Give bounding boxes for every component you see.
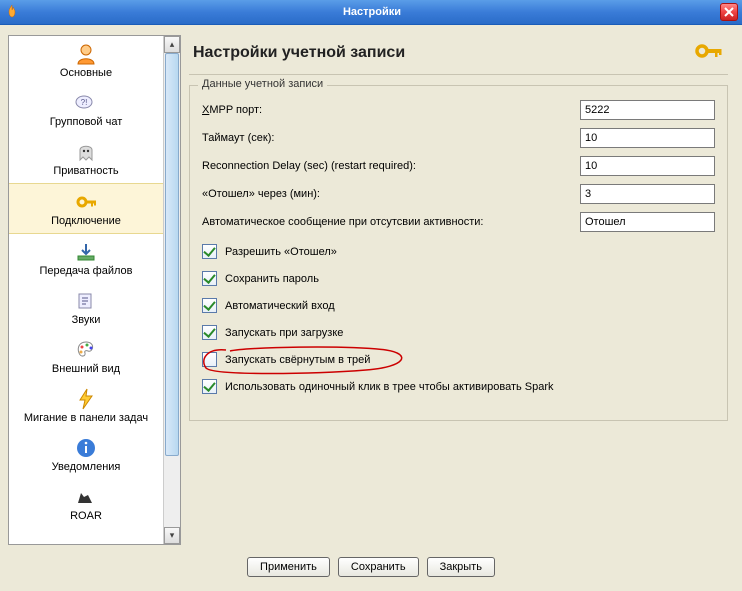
lightning-icon [74,387,98,411]
titlebar: Настройки [0,0,742,25]
svg-text:?!: ?! [81,98,88,107]
sidebar-item-groupchat[interactable]: ?! Групповой чат [9,85,163,134]
sidebar-item-connection[interactable]: Подключение [9,183,163,234]
sidebar-item-label: Звуки [11,314,161,326]
check-label: Разрешить «Отошел» [225,246,337,258]
checkbox[interactable] [202,352,217,367]
scroll-up-icon[interactable]: ▴ [164,36,180,53]
wolf-icon [74,485,98,509]
sound-icon [74,289,98,313]
fieldset-legend: Данные учетной записи [198,78,327,90]
sidebar-list: Основные ?! Групповой чат Приватность [9,36,163,544]
palette-icon [74,338,98,362]
sidebar-item-taskbar-flash[interactable]: Мигание в панели задач [9,381,163,430]
checkbox-group: Разрешить «Отошел» Сохранить пароль Авто… [202,244,715,394]
content-row: Основные ?! Групповой чат Приватность [0,25,742,545]
key-icon [694,39,724,66]
download-icon [74,240,98,264]
sidebar-item-label: Внешний вид [11,363,161,375]
window-body: Основные ?! Групповой чат Приватность [0,25,742,591]
input-xmpp-port[interactable] [580,100,715,120]
save-button[interactable]: Сохранить [338,557,419,577]
check-save-password[interactable]: Сохранить пароль [202,271,715,286]
check-allow-away[interactable]: Разрешить «Отошел» [202,244,715,259]
check-label: Запускать свёрнутым в трей [225,354,370,366]
sidebar-item-roar[interactable]: ROAR [9,479,163,528]
close-dialog-button[interactable]: Закрыть [427,557,495,577]
checkbox[interactable] [202,271,217,286]
sidebar-item-label: Мигание в панели задач [11,412,161,424]
ghost-icon [74,140,98,164]
label-away: «Отошел» через (мин): [202,188,580,200]
check-label: Сохранить пароль [225,273,319,285]
scroll-down-icon[interactable]: ▾ [164,527,180,544]
close-button[interactable] [720,3,738,21]
row-timeout: Таймаут (сек): [202,128,715,148]
window-title: Настройки [24,6,720,18]
sidebar-item-notifications[interactable]: Уведомления [9,430,163,479]
sidebar-item-label: Передача файлов [11,265,161,277]
check-label: Запускать при загрузке [225,327,343,339]
row-automsg: Автоматическое сообщение при отсутсвии а… [202,212,715,232]
sidebar-item-label: Приватность [11,165,161,177]
sidebar: Основные ?! Групповой чат Приватность [8,35,181,545]
sidebar-item-filetransfer[interactable]: Передача файлов [9,234,163,283]
checkbox[interactable] [202,244,217,259]
input-timeout[interactable] [580,128,715,148]
person-icon [74,42,98,66]
check-auto-login[interactable]: Автоматический вход [202,298,715,313]
sidebar-item-privacy[interactable]: Приватность [9,134,163,183]
info-icon [74,436,98,460]
panel-header: Настройки учетной записи [189,35,728,75]
checkbox[interactable] [202,379,217,394]
sidebar-scrollbar[interactable]: ▴ ▾ [163,36,180,544]
sidebar-item-label: Групповой чат [11,116,161,128]
sidebar-item-appearance[interactable]: Внешний вид [9,332,163,381]
sidebar-item-label: Уведомления [11,461,161,473]
flame-icon [4,4,20,20]
sidebar-item-label: ROAR [11,510,161,522]
input-reconnect[interactable] [580,156,715,176]
row-xmpp-port: XMPP порт: [202,100,715,120]
account-fieldset: Данные учетной записи XMPP порт: Таймаут… [189,85,728,421]
check-start-in-tray[interactable]: Запускать свёрнутым в трей [202,352,715,367]
row-reconnect: Reconnection Delay (sec) (restart requir… [202,156,715,176]
check-label: Автоматический вход [225,300,335,312]
apply-button[interactable]: Применить [247,557,330,577]
checkbox[interactable] [202,298,217,313]
chat-bubble-icon: ?! [74,91,98,115]
label-reconnect: Reconnection Delay (sec) (restart requir… [202,160,580,172]
sidebar-item-label: Подключение [11,215,161,227]
key-icon [74,190,98,214]
input-away[interactable] [580,184,715,204]
sidebar-item-sounds[interactable]: Звуки [9,283,163,332]
button-bar: Применить Сохранить Закрыть [0,545,742,591]
check-label: Использовать одиночный клик в трее чтобы… [225,381,554,393]
label-automsg: Автоматическое сообщение при отсутсвии а… [202,216,580,228]
input-automsg[interactable] [580,212,715,232]
check-run-on-startup[interactable]: Запускать при загрузке [202,325,715,340]
sidebar-item-label: Основные [11,67,161,79]
label-xmpp-port: XMPP порт: [202,104,580,116]
main-panel: Настройки учетной записи Данные учетной … [181,35,734,545]
scroll-thumb[interactable] [165,53,179,456]
page-title: Настройки учетной записи [193,44,694,62]
check-single-click-tray[interactable]: Использовать одиночный клик в трее чтобы… [202,379,715,394]
row-away: «Отошел» через (мин): [202,184,715,204]
label-timeout: Таймаут (сек): [202,132,580,144]
scroll-track[interactable] [164,53,180,527]
checkbox[interactable] [202,325,217,340]
sidebar-item-general[interactable]: Основные [9,36,163,85]
